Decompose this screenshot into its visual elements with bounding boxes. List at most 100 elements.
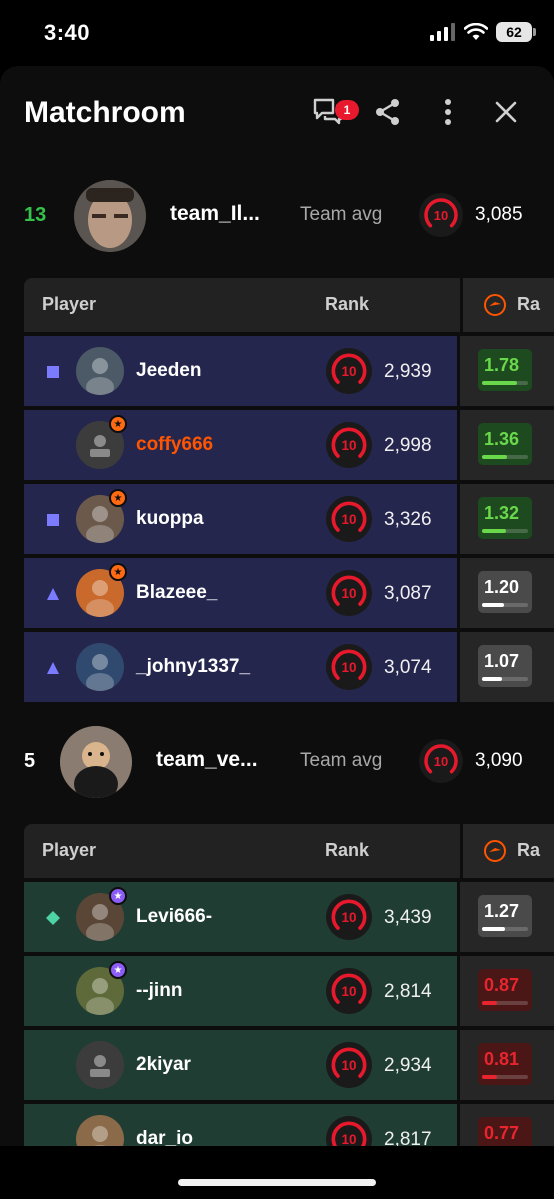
subscriber-star-icon: ★	[109, 563, 127, 581]
avatar[interactable]	[76, 1041, 124, 1089]
svg-text:10: 10	[341, 660, 356, 675]
player-name[interactable]: Jeeden	[136, 360, 201, 382]
player-name[interactable]: _johny1337_	[136, 656, 250, 678]
player-row[interactable]: dar_io 10 2,817 0.77	[24, 1100, 554, 1146]
player-elo: 2,934	[384, 1055, 432, 1076]
player-name[interactable]: coffy666	[136, 434, 213, 456]
player-elo: 2,998	[384, 435, 432, 456]
rating-value: 0.81	[484, 1049, 520, 1069]
player-level-badge: 10	[325, 421, 373, 474]
player-name[interactable]: dar_io	[136, 1128, 193, 1146]
party-marker	[46, 911, 60, 930]
rating-bar-fill	[482, 1075, 497, 1079]
player-name[interactable]: 2kiyar	[136, 1054, 191, 1076]
player-name[interactable]: Blazeee_	[136, 582, 217, 604]
rating-chip: 1.20	[478, 571, 532, 613]
party-triangle-icon	[47, 588, 59, 600]
team-level-badge: 10	[418, 192, 464, 243]
team-name[interactable]: team_ve...	[156, 748, 258, 772]
team-avg-elo: 3,090	[475, 750, 523, 771]
rating-bar-fill	[482, 1001, 498, 1005]
player-elo: 3,074	[384, 657, 432, 678]
avatar[interactable]	[76, 643, 124, 691]
wifi-icon	[464, 23, 488, 40]
avatar[interactable]	[76, 1115, 124, 1146]
rating-bar-track	[482, 1075, 528, 1079]
team-score: 13	[24, 204, 47, 226]
column-header-rating[interactable]: Ra	[460, 824, 554, 878]
player-info[interactable]: ★ kuoppa 10 3,326	[24, 484, 457, 554]
skill-level-icon: 10	[326, 968, 372, 1014]
svg-text:10: 10	[341, 1058, 356, 1073]
player-name[interactable]: Levi666-	[136, 906, 212, 928]
svg-text:10: 10	[341, 586, 356, 601]
rating-value: 1.07	[484, 651, 520, 671]
svg-text:10: 10	[434, 754, 448, 769]
player-info[interactable]: ★ Levi666- 10 3,439	[24, 882, 457, 952]
avatar[interactable]	[76, 347, 124, 395]
team-a-table: Player Rank Ra Jeeden 10 2,939 1.78 ★ coffy666 10…	[24, 278, 554, 702]
player-row[interactable]: _johny1337_ 10 3,074 1.07	[24, 628, 554, 702]
player-name[interactable]: kuoppa	[136, 508, 204, 530]
table-header: Player Rank Ra	[24, 278, 554, 332]
subscriber-star-icon: ★	[109, 415, 127, 433]
table-header: Player Rank Ra	[24, 824, 554, 878]
party-marker	[46, 661, 60, 680]
status-bar: 3:40 62	[0, 0, 554, 64]
column-header-player[interactable]: Player	[42, 294, 96, 315]
player-info[interactable]: 2kiyar 10 2,934	[24, 1030, 457, 1100]
team-b-header: 5 team_ve... Team avg 10 3,090	[0, 722, 554, 802]
rating-bar-fill	[482, 927, 505, 931]
column-header-player[interactable]: Player	[42, 840, 96, 861]
player-info[interactable]: ★ --jinn 10 2,814	[24, 956, 457, 1026]
home-indicator[interactable]	[178, 1179, 376, 1186]
rating-cell: 1.20	[460, 558, 554, 628]
skill-level-icon: 10	[326, 570, 372, 616]
team-avatar[interactable]	[60, 726, 132, 798]
player-row[interactable]: Jeeden 10 2,939 1.78	[24, 332, 554, 406]
rating-chip: 1.32	[478, 497, 532, 539]
column-header-rank[interactable]: Rank	[325, 294, 369, 315]
player-row[interactable]: ★ Blazeee_ 10 3,087 1.20	[24, 554, 554, 628]
player-row[interactable]: 2kiyar 10 2,934 0.81	[24, 1026, 554, 1100]
skill-level-icon: 10	[326, 422, 372, 468]
rating-label: Ra	[517, 840, 541, 860]
status-icons: 62	[430, 22, 536, 42]
player-info[interactable]: _johny1337_ 10 3,074	[24, 632, 457, 702]
player-row[interactable]: ★ Levi666- 10 3,439 1.27	[24, 878, 554, 952]
player-info[interactable]: ★ Blazeee_ 10 3,087	[24, 558, 457, 628]
party-square-icon	[47, 366, 59, 378]
player-level-badge: 10	[325, 1115, 373, 1146]
close-button[interactable]	[486, 92, 526, 132]
player-elo: 2,939	[384, 361, 432, 382]
column-header-rating[interactable]: Ra	[460, 278, 554, 332]
team-name[interactable]: team_Il...	[170, 202, 260, 226]
more-options-button[interactable]	[428, 92, 468, 132]
rating-value: 0.77	[484, 1123, 520, 1143]
player-level-badge: 10	[325, 967, 373, 1020]
player-elo: 2,814	[384, 981, 432, 1002]
player-name[interactable]: --jinn	[136, 980, 182, 1002]
chat-button[interactable]: 1	[308, 92, 359, 132]
skill-level-icon: 10	[326, 894, 372, 940]
player-row[interactable]: ★ kuoppa 10 3,326 1.32	[24, 480, 554, 554]
party-marker	[46, 513, 60, 532]
team-avatar[interactable]	[74, 180, 146, 252]
player-info[interactable]: dar_io 10 2,817	[24, 1104, 457, 1146]
player-info[interactable]: ★ coffy666 10 2,998	[24, 410, 457, 480]
column-header-rank[interactable]: Rank	[325, 840, 369, 861]
share-button[interactable]	[368, 92, 408, 132]
share-icon	[376, 99, 399, 125]
player-row[interactable]: ★ coffy666 10 2,998 1.36	[24, 406, 554, 480]
default-avatar-icon	[76, 1041, 124, 1089]
player-level-badge: 10	[325, 495, 373, 548]
rating-bar-fill	[482, 677, 502, 681]
team-avg-label: Team avg	[300, 204, 383, 225]
party-square-icon	[47, 514, 59, 526]
player-info[interactable]: Jeeden 10 2,939	[24, 336, 457, 406]
rating-cell: 0.77	[460, 1104, 554, 1146]
player-level-badge: 10	[325, 893, 373, 946]
rating-bar-track	[482, 603, 528, 607]
player-row[interactable]: ★ --jinn 10 2,814 0.87	[24, 952, 554, 1026]
premium-star-icon: ★	[109, 887, 127, 905]
